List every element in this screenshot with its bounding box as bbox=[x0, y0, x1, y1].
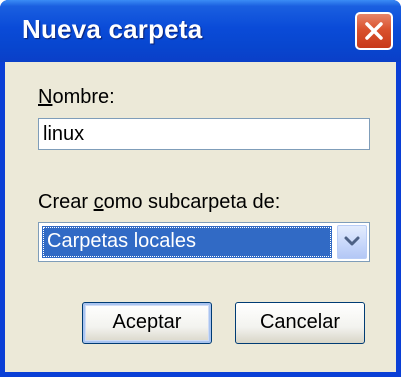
title-bar[interactable]: Nueva carpeta bbox=[0, 0, 401, 62]
dropdown-button[interactable] bbox=[337, 225, 367, 259]
dialog-body: Nombre: linux Crear como subcarpeta de: … bbox=[5, 62, 396, 372]
selected-folder-option[interactable]: Carpetas locales bbox=[42, 226, 332, 258]
accept-button[interactable]: Aceptar bbox=[82, 302, 212, 344]
chevron-down-icon bbox=[344, 236, 360, 246]
dialog-window: Nueva carpeta Nombre: linux Crear como s… bbox=[0, 0, 401, 377]
window-title: Nueva carpeta bbox=[22, 14, 203, 44]
cancel-button[interactable]: Cancelar bbox=[235, 302, 365, 344]
name-label-accelerator: N bbox=[38, 86, 53, 108]
close-icon bbox=[365, 22, 383, 40]
close-button[interactable] bbox=[355, 12, 393, 50]
parent-folder-label: Crear como subcarpeta de: bbox=[38, 191, 281, 213]
parent-label-accelerator: c bbox=[93, 191, 104, 213]
name-label: Nombre: bbox=[38, 86, 115, 108]
parent-folder-select[interactable]: Carpetas locales bbox=[38, 222, 370, 262]
folder-name-input[interactable]: linux bbox=[38, 118, 370, 150]
